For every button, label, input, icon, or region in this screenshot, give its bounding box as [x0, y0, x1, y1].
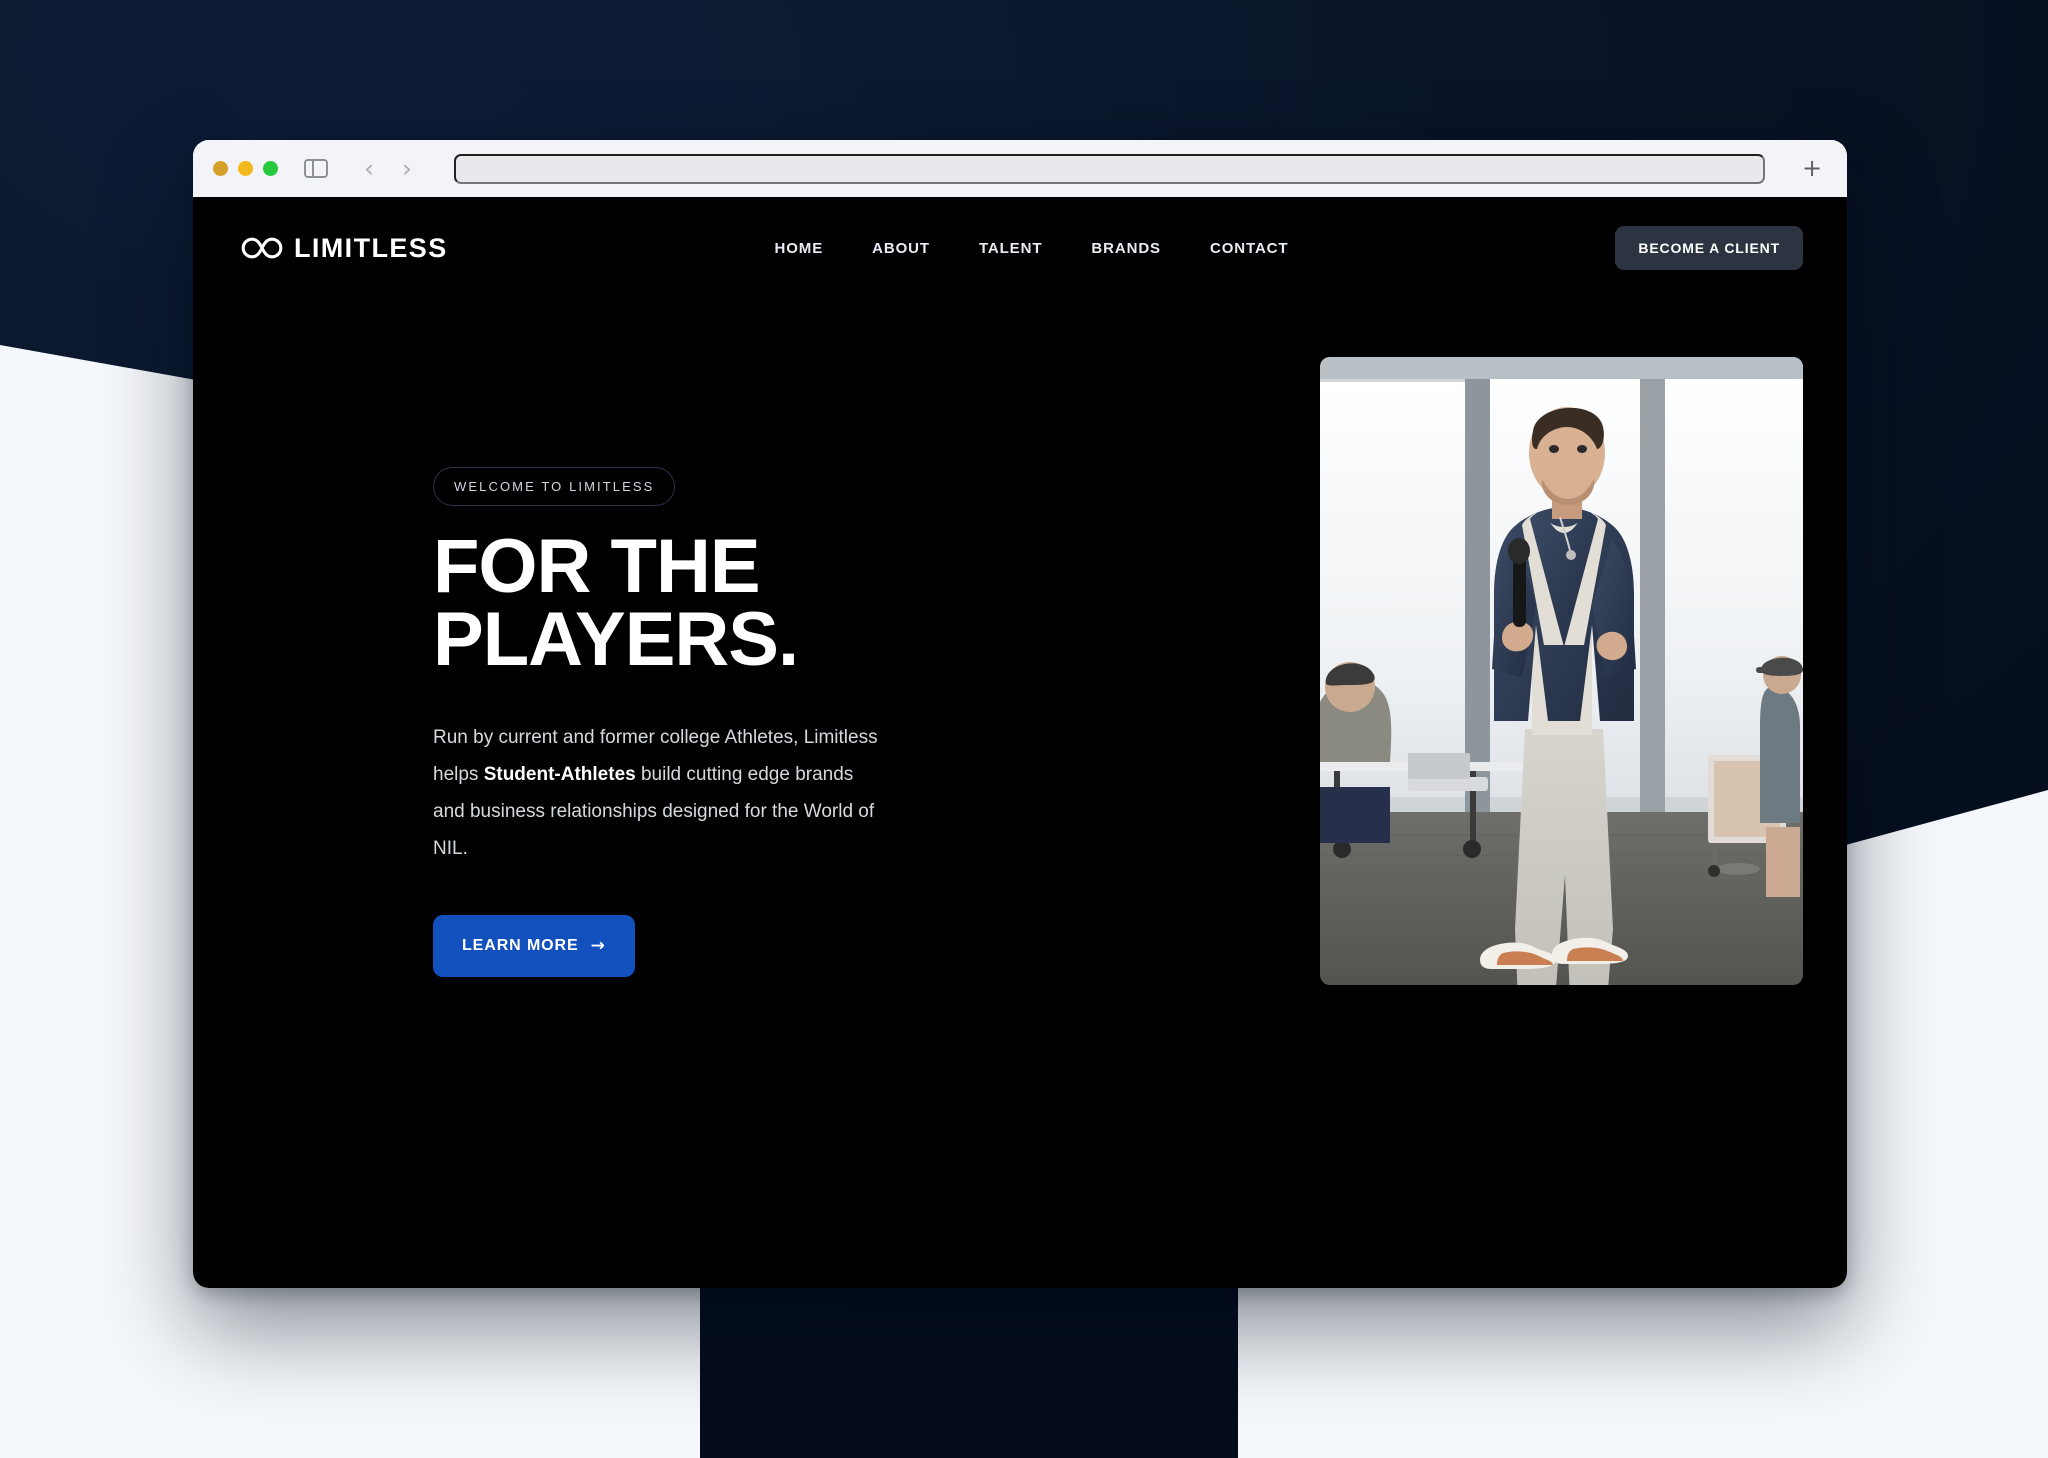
nav-item-about[interactable]: ABOUT [872, 240, 930, 257]
new-tab-button[interactable]: + [1799, 156, 1825, 182]
learn-more-label: LEARN MORE [462, 937, 579, 955]
desktop-background: ‹ › + LIMITLESS HOME ABOUT TALENT BRANDS [0, 0, 2048, 1458]
main-nav: HOME ABOUT TALENT BRANDS CONTACT [448, 240, 1616, 257]
hero-title-line-2: PLAYERS. [433, 596, 799, 682]
nav-item-home[interactable]: HOME [775, 240, 824, 257]
browser-window: ‹ › + LIMITLESS HOME ABOUT TALENT BRANDS [193, 140, 1847, 1288]
site-logo[interactable]: LIMITLESS [241, 233, 448, 264]
nav-item-talent[interactable]: TALENT [979, 240, 1042, 257]
hero-photo [1320, 357, 1803, 985]
hero-paragraph-emphasis: Student-Athletes [483, 763, 636, 785]
minimize-window-button[interactable] [238, 161, 253, 176]
learn-more-button[interactable]: LEARN MORE → [433, 915, 635, 978]
hero-title: FOR THE PLAYERS. [433, 524, 881, 682]
window-controls[interactable] [213, 161, 278, 176]
maximize-window-button[interactable] [263, 161, 278, 176]
hero-copy: WELCOME TO LIMITLESS FOR THE PLAYERS. Ru… [241, 467, 881, 985]
arrow-right-icon: → [590, 936, 606, 957]
sidebar-toggle-icon[interactable] [304, 159, 328, 178]
become-a-client-button[interactable]: BECOME A CLIENT [1615, 226, 1803, 270]
welcome-badge: WELCOME TO LIMITLESS [433, 467, 676, 506]
forward-icon[interactable]: › [390, 152, 424, 186]
site-header: LIMITLESS HOME ABOUT TALENT BRANDS CONTA… [193, 197, 1847, 299]
nav-item-contact[interactable]: CONTACT [1210, 240, 1289, 257]
page-viewport: LIMITLESS HOME ABOUT TALENT BRANDS CONTA… [193, 197, 1847, 1288]
browser-toolbar: ‹ › + [193, 140, 1847, 197]
address-input[interactable] [454, 153, 1765, 184]
nav-item-brands[interactable]: BRANDS [1091, 240, 1161, 257]
infinity-icon [241, 237, 283, 259]
close-window-button[interactable] [213, 161, 228, 176]
hero-title-line-1: FOR THE [433, 524, 761, 609]
back-icon[interactable]: ‹ [352, 152, 386, 186]
logo-text: LIMITLESS [294, 232, 448, 263]
hero-section: WELCOME TO LIMITLESS FOR THE PLAYERS. Ru… [193, 299, 1847, 985]
hero-paragraph: Run by current and former college Athlet… [433, 719, 881, 867]
hero-photo-image [1320, 357, 1803, 985]
